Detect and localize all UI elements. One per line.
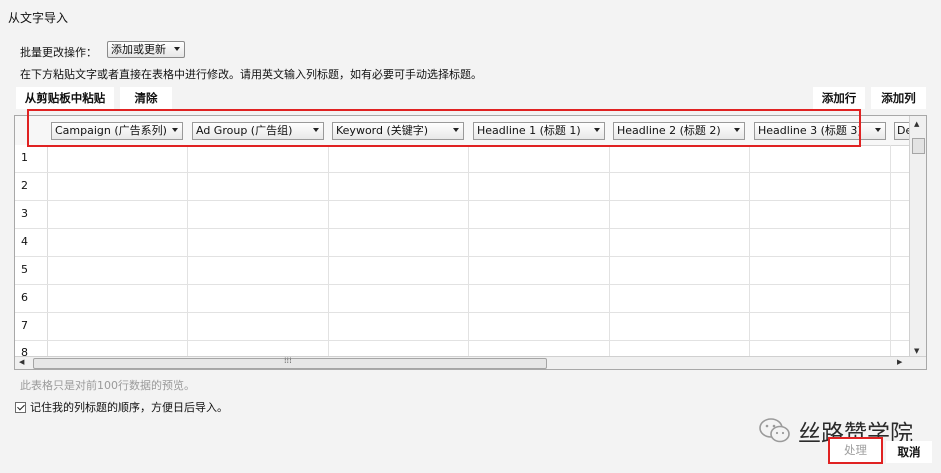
row-number: 3 — [21, 207, 28, 220]
batch-op-select[interactable]: 添加或更新 — [107, 41, 185, 58]
column-select-label: Headline 3 (标题 3) — [758, 124, 862, 137]
chevron-down-icon — [172, 128, 178, 132]
row-number: 5 — [21, 263, 28, 276]
paste-from-clipboard-button[interactable]: 从剪贴板中粘贴 — [16, 87, 114, 109]
add-column-button[interactable]: 添加列 — [871, 87, 926, 109]
column-select-headline-3[interactable]: Headline 3 (标题 3) — [754, 122, 886, 140]
clear-button[interactable]: 清除 — [120, 87, 172, 109]
horizontal-scrollbar[interactable]: ◀ ⁞⁞⁞ ▶ — [15, 356, 926, 369]
horizontal-scroll-thumb[interactable]: ⁞⁞⁞ — [33, 356, 547, 369]
vertical-scrollbar[interactable]: ▲ ▼ — [909, 116, 926, 357]
chevron-down-icon — [875, 128, 881, 132]
row-number: 4 — [21, 235, 28, 248]
chevron-down-icon — [734, 128, 740, 132]
column-select-campaign[interactable]: Campaign (广告系列) — [51, 122, 183, 140]
column-select-headline-1[interactable]: Headline 1 (标题 1) — [473, 122, 605, 140]
column-select-label: Ad Group (广告组) — [196, 124, 293, 137]
row-number: 2 — [21, 179, 28, 192]
vertical-scroll-thumb[interactable] — [912, 138, 925, 154]
chevron-down-icon — [313, 128, 319, 132]
column-select-label: Headline 2 (标题 2) — [617, 124, 721, 137]
scroll-down-icon[interactable]: ▼ — [914, 347, 919, 355]
column-select-headline-2[interactable]: Headline 2 (标题 2) — [613, 122, 745, 140]
chevron-down-icon — [174, 47, 180, 51]
row-number: 6 — [21, 291, 28, 304]
scroll-right-icon[interactable]: ▶ — [897, 358, 902, 366]
scroll-up-icon[interactable]: ▲ — [914, 120, 919, 128]
column-select-ad-group[interactable]: Ad Group (广告组) — [192, 122, 324, 140]
cancel-button[interactable]: 取消 — [886, 441, 932, 463]
column-select-label: Campaign (广告系列) — [55, 124, 167, 137]
row-number: 7 — [21, 319, 28, 332]
instruction-text: 在下方粘贴文字或者直接在表格中进行修改。请用英文输入列标题，如有必要可手动选择标… — [20, 68, 482, 81]
remember-checkbox[interactable] — [15, 402, 26, 413]
process-button[interactable]: 处理 — [828, 437, 883, 464]
remember-label: 记住我的列标题的顺序，方便日后导入。 — [30, 401, 228, 414]
scroll-left-icon[interactable]: ◀ — [19, 358, 24, 366]
import-grid[interactable]: Campaign (广告系列) Ad Group (广告组) Keyword (… — [14, 115, 927, 370]
add-row-button[interactable]: 添加行 — [813, 87, 865, 109]
batch-op-value: 添加或更新 — [111, 43, 166, 56]
window-title: 从文字导入 — [8, 11, 69, 25]
column-header-row: Campaign (广告系列) Ad Group (广告组) Keyword (… — [15, 116, 914, 146]
column-select-label: Keyword (关键字) — [336, 124, 429, 137]
column-select-label: Headline 1 (标题 1) — [477, 124, 581, 137]
remember-columns-option[interactable]: 记住我的列标题的顺序，方便日后导入。 — [15, 399, 228, 415]
chevron-down-icon — [594, 128, 600, 132]
column-select-keyword[interactable]: Keyword (关键字) — [332, 122, 464, 140]
wechat-icon — [759, 418, 790, 443]
scroll-grip: ⁞⁞⁞ — [284, 356, 292, 365]
preview-note: 此表格只是对前100行数据的预览。 — [20, 379, 195, 392]
row-number-column — [15, 145, 48, 357]
chevron-down-icon — [453, 128, 459, 132]
row-number: 1 — [21, 151, 28, 164]
batch-op-label: 批量更改操作： — [20, 46, 97, 59]
